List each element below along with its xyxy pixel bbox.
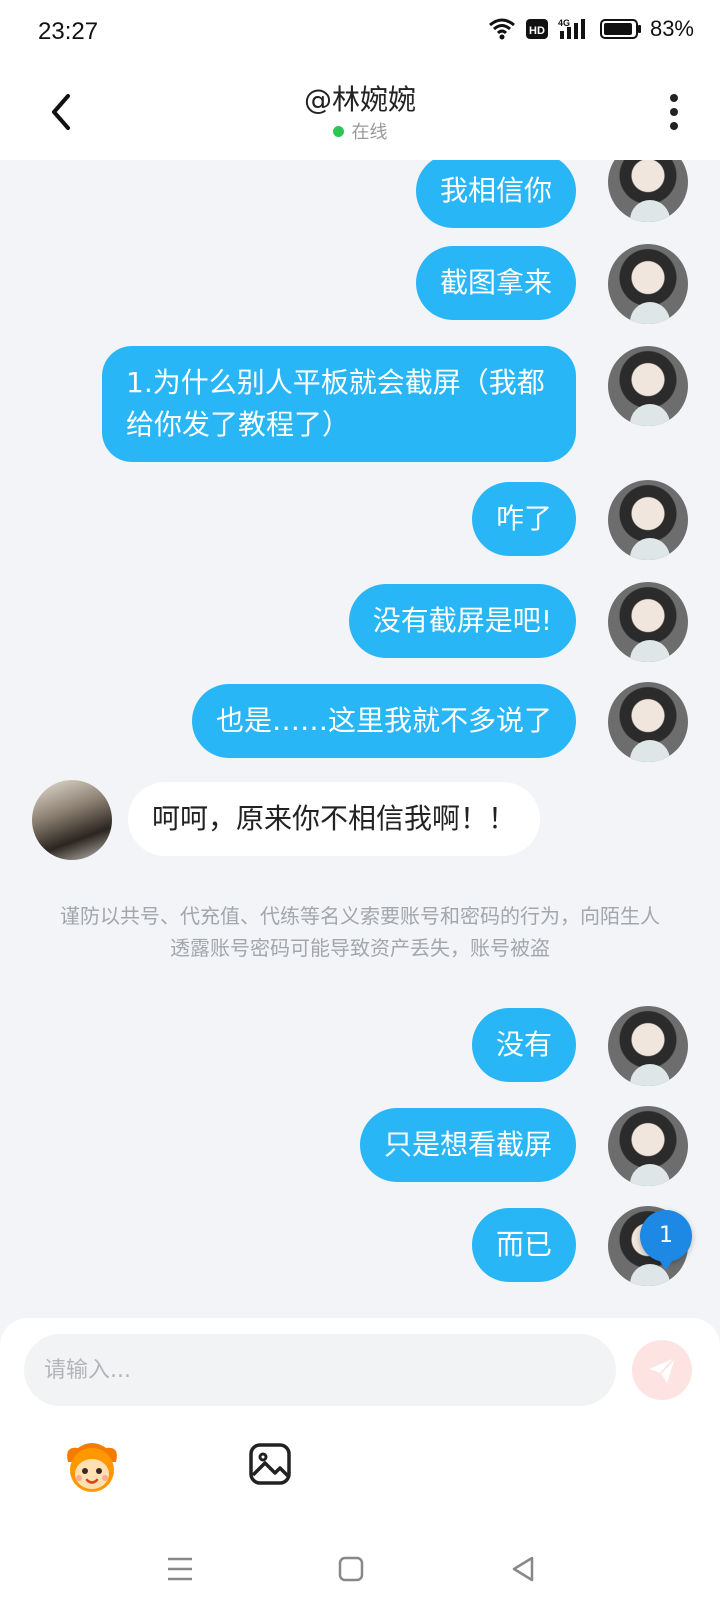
status-icons: HD 4G 83% — [478, 16, 694, 42]
unread-badge[interactable]: 1 — [640, 1210, 692, 1270]
my-avatar[interactable] — [608, 480, 688, 560]
my-avatar[interactable] — [608, 244, 688, 324]
message-bubble[interactable]: 截图拿来 — [415, 246, 576, 320]
message-bubble[interactable]: 没有 — [471, 1008, 576, 1082]
more-vertical-icon[interactable] — [664, 92, 684, 132]
online-status-label: 在线 — [351, 122, 388, 143]
message-input[interactable] — [24, 1334, 616, 1406]
chat-area[interactable]: 我相信你 截图拿来 1.为什么别人平板就会截屏（我都给你发了教程了） 咋了 没有… — [0, 160, 720, 1320]
online-status: 在线 — [0, 118, 720, 144]
contact-avatar[interactable] — [32, 780, 112, 860]
my-avatar[interactable] — [608, 1006, 688, 1086]
my-avatar[interactable] — [608, 582, 688, 662]
emoji-icon[interactable] — [62, 1440, 122, 1494]
message-bubble[interactable]: 我相信你 — [415, 160, 576, 228]
security-notice: 谨防以共号、代充值、代练等名义索要账号和密码的行为，向陌生人透露账号密码可能导致… — [60, 904, 660, 960]
battery-icon — [599, 19, 641, 39]
status-bar: 23:27 HD 4G 83% — [0, 0, 720, 64]
home-icon[interactable] — [338, 1556, 364, 1582]
message-bubble-incoming[interactable]: 呵呵，原来你不相信我啊！！ — [128, 782, 541, 856]
chat-header: @林婉婉 在线 — [0, 64, 720, 160]
wifi-icon — [488, 18, 515, 40]
message-bubble[interactable]: 1.为什么别人平板就会截屏（我都给你发了教程了） — [102, 346, 576, 462]
svg-text:HD: HD — [529, 25, 545, 37]
send-icon — [649, 1357, 676, 1383]
message-bubble[interactable]: 也是……这里我就不多说了 — [191, 684, 576, 758]
menu-icon[interactable] — [166, 1556, 194, 1582]
contact-name: @林婉婉 — [303, 83, 416, 116]
signal-4g-icon: 4G — [558, 18, 585, 39]
my-avatar[interactable] — [608, 682, 688, 762]
battery-percent: 83% — [649, 16, 694, 41]
back-triangle-icon[interactable] — [510, 1555, 536, 1583]
status-time: 23:27 — [38, 18, 99, 45]
my-avatar[interactable] — [608, 160, 688, 222]
message-bubble[interactable]: 咋了 — [471, 482, 576, 556]
my-avatar[interactable] — [608, 1106, 688, 1186]
online-dot-icon — [332, 126, 344, 137]
hd-icon: HD — [525, 19, 548, 39]
message-bubble[interactable]: 而已 — [471, 1208, 576, 1282]
message-bubble[interactable]: 没有截屏是吧! — [348, 584, 576, 658]
svg-text:4G: 4G — [558, 18, 570, 28]
my-avatar[interactable] — [608, 346, 688, 426]
image-icon[interactable] — [248, 1442, 292, 1486]
message-bubble[interactable]: 只是想看截屏 — [359, 1108, 576, 1182]
send-button[interactable] — [632, 1340, 692, 1400]
